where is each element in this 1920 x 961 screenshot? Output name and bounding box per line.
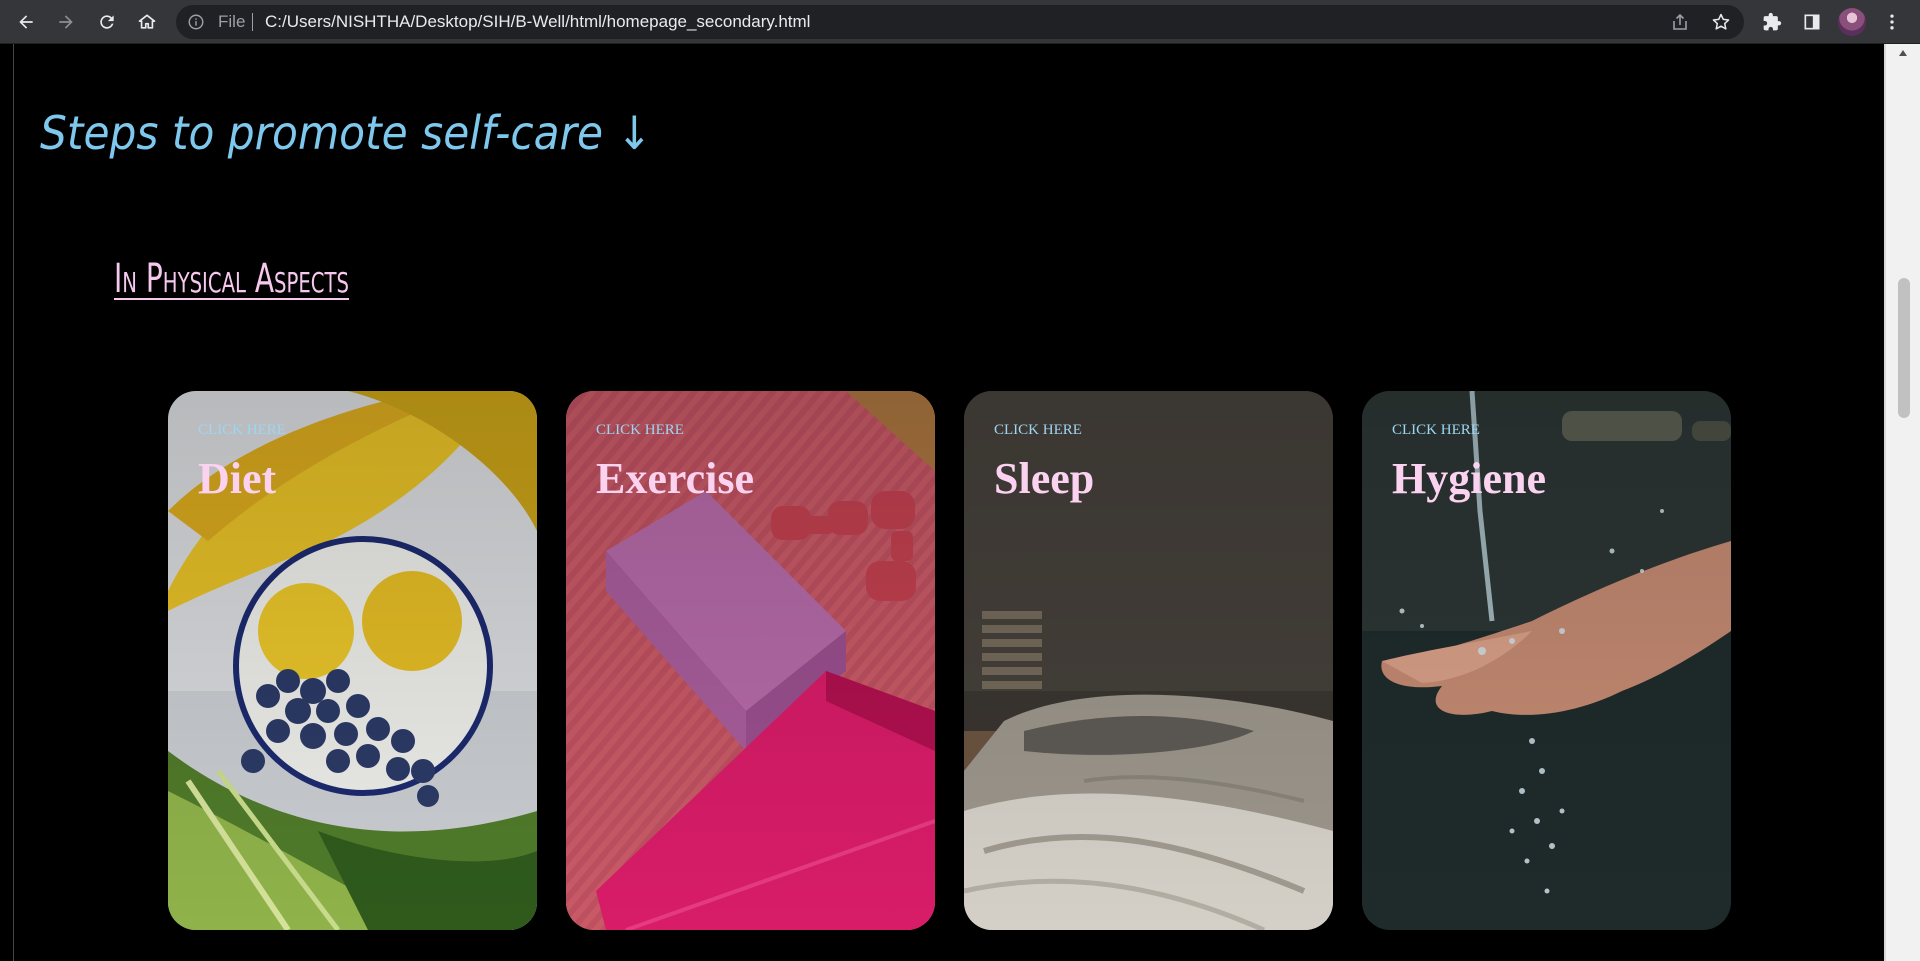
physical-aspects-heading: In Physical Aspects xyxy=(114,256,349,302)
card-diet[interactable]: CLICK HERE Diet xyxy=(168,391,537,930)
scrollbar-thumb[interactable] xyxy=(1898,278,1910,418)
menu-icon xyxy=(1890,14,1894,30)
url-separator xyxy=(252,13,253,31)
page-left-edge xyxy=(13,44,14,961)
card-sleep[interactable]: CLICK HERE Sleep xyxy=(964,391,1333,930)
card-title: Sleep xyxy=(994,454,1095,503)
reload-button[interactable] xyxy=(91,6,123,38)
home-button[interactable] xyxy=(131,6,163,38)
profile-avatar[interactable] xyxy=(1838,8,1866,36)
extensions-button[interactable] xyxy=(1756,6,1788,38)
card-title: Exercise xyxy=(596,454,755,503)
click-here-link[interactable]: CLICK HERE xyxy=(198,422,286,439)
share-icon[interactable] xyxy=(1670,12,1690,32)
card-exercise[interactable]: CLICK HERE Exercise xyxy=(566,391,935,930)
vertical-scrollbar[interactable] xyxy=(1886,44,1920,961)
side-panel-button[interactable] xyxy=(1796,6,1828,38)
sidepanel-icon xyxy=(1804,14,1820,30)
page-viewport: Steps to promote self-care ↓ In Physical… xyxy=(0,44,1920,961)
url-text[interactable]: C:/Users/NISHTHA/Desktop/SIH/B-Well/html… xyxy=(265,13,810,31)
card-title: Diet xyxy=(198,454,277,503)
click-here-link[interactable]: CLICK HERE xyxy=(994,422,1082,439)
click-here-link[interactable]: CLICK HERE xyxy=(1392,422,1480,439)
back-icon xyxy=(19,15,33,29)
click-here-link[interactable]: CLICK HERE xyxy=(596,422,684,439)
forward-button[interactable] xyxy=(50,6,82,38)
address-bar[interactable]: File C:/Users/NISHTHA/Desktop/SIH/B-Well… xyxy=(176,5,1744,39)
menu-button[interactable] xyxy=(1876,6,1908,38)
reload-icon xyxy=(100,15,114,29)
back-button[interactable] xyxy=(10,6,42,38)
home-icon xyxy=(138,14,156,29)
scroll-up-arrow-icon[interactable] xyxy=(1899,50,1907,56)
url-scheme-chip: File xyxy=(218,12,246,31)
card-hygiene[interactable]: CLICK HERE Hygiene xyxy=(1362,391,1731,930)
info-icon[interactable] xyxy=(186,12,206,32)
card-title: Hygiene xyxy=(1392,454,1546,503)
forward-icon xyxy=(59,15,73,29)
browser-toolbar: File C:/Users/NISHTHA/Desktop/SIH/B-Well… xyxy=(0,0,1920,44)
extensions-icon xyxy=(1763,12,1782,31)
star-icon[interactable] xyxy=(1711,12,1731,32)
section-heading: Steps to promote self-care ↓ xyxy=(40,106,652,160)
